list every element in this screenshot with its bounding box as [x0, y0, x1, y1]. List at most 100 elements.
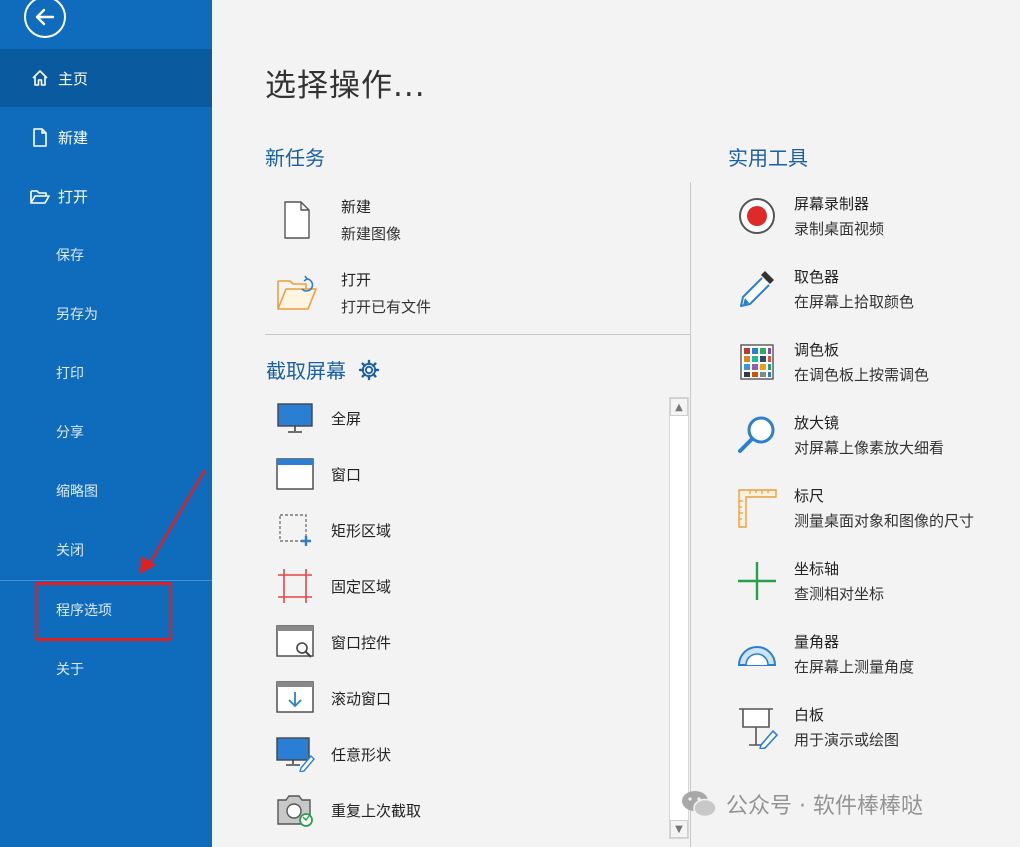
sidebar-item-save[interactable]: 保存 — [0, 226, 212, 284]
new-task-heading: 新任务 — [265, 146, 325, 170]
sidebar-item-thumbnails[interactable]: 缩略图 — [0, 462, 212, 520]
sidebar-item-print[interactable]: 打印 — [0, 344, 212, 402]
sidebar-item-label: 另存为 — [56, 307, 98, 323]
tool-desc: 在屏幕上拾取颜色 — [794, 293, 915, 311]
tool-desc: 录制桌面视频 — [794, 220, 885, 238]
tool-desc: 测量桌面对象和图像的尺寸 — [794, 512, 975, 530]
section-divider — [265, 334, 690, 335]
sidebar-item-label: 打印 — [56, 366, 84, 382]
new-file-icon — [30, 127, 50, 147]
tool-screen-recorder[interactable]: 屏幕录制器 录制桌面视频 — [735, 193, 884, 239]
folder-open-icon — [30, 186, 50, 206]
sidebar-item-home[interactable]: 主页 — [0, 49, 212, 107]
tool-magnifier[interactable]: 放大镜 对屏幕上像素放大细看 — [735, 412, 944, 458]
capture-window-control[interactable]: 窗口控件 — [274, 622, 391, 662]
sidebar-item-open[interactable]: 打开 — [0, 167, 212, 225]
tool-ruler[interactable]: 标尺 测量桌面对象和图像的尺寸 — [735, 485, 974, 531]
fixed-region-icon — [274, 566, 316, 606]
capture-fixed-region[interactable]: 固定区域 — [274, 566, 391, 606]
task-desc: 新建图像 — [341, 225, 402, 243]
scroll-down-button[interactable]: ▼ — [670, 820, 688, 838]
task-open[interactable]: 打开 打开已有文件 — [275, 269, 431, 317]
sidebar-item-label: 关闭 — [56, 543, 84, 559]
blank-document-icon — [275, 198, 319, 242]
column-divider — [690, 182, 691, 847]
capture-window[interactable]: 窗口 — [274, 454, 361, 494]
capture-label: 重复上次截取 — [331, 801, 422, 820]
tool-desc: 在调色板上按需调色 — [794, 366, 930, 384]
sidebar-item-about[interactable]: 关于 — [0, 640, 212, 698]
sidebar-item-label: 主页 — [58, 69, 89, 88]
sidebar-item-close[interactable]: 关闭 — [0, 521, 212, 579]
scrolling-window-icon — [274, 678, 316, 718]
tool-color-picker[interactable]: 取色器 在屏幕上拾取颜色 — [735, 266, 914, 312]
annotation-highlight-box — [35, 582, 172, 641]
window-icon — [274, 454, 316, 494]
task-new[interactable]: 新建 新建图像 — [275, 196, 401, 244]
scroll-thumb[interactable] — [670, 418, 688, 818]
sidebar-item-label: 关于 — [56, 662, 84, 678]
tool-whiteboard[interactable]: 白板 用于演示或绘图 — [735, 704, 899, 750]
sidebar-item-share[interactable]: 分享 — [0, 403, 212, 461]
capture-label: 全屏 — [331, 409, 362, 428]
scroll-up-button[interactable]: ▲ — [670, 398, 688, 416]
capture-list-scrollbar[interactable]: ▲ ▼ — [669, 397, 689, 839]
tool-desc: 在屏幕上测量角度 — [794, 658, 915, 676]
camera-repeat-icon — [274, 790, 316, 830]
rectangle-select-icon — [274, 510, 316, 550]
page-title: 选择操作... — [265, 68, 426, 104]
eyedropper-icon — [735, 267, 779, 311]
sidebar-item-label: 分享 — [56, 425, 84, 441]
capture-heading: 截取屏幕 — [266, 359, 346, 383]
gear-icon[interactable] — [358, 359, 380, 381]
capture-repeat-last[interactable]: 重复上次截取 — [274, 790, 421, 830]
tool-desc: 对屏幕上像素放大细看 — [794, 439, 945, 457]
watermark-text: 公众号 · 软件棒棒哒 — [726, 794, 923, 819]
capture-label: 窗口控件 — [331, 633, 392, 652]
task-desc: 打开已有文件 — [341, 298, 432, 316]
wechat-icon — [682, 791, 717, 818]
record-icon — [735, 194, 779, 238]
magnifier-icon — [735, 413, 779, 457]
sidebar-item-label: 保存 — [56, 248, 84, 264]
watermark: 公众号 · 软件棒棒哒 — [680, 788, 923, 820]
monitor-icon — [274, 398, 316, 438]
tool-desc: 查测相对坐标 — [794, 585, 885, 603]
capture-label: 矩形区域 — [331, 521, 392, 540]
arrow-left-icon — [35, 8, 55, 26]
capture-freehand[interactable]: 任意形状 — [274, 734, 391, 774]
capture-scrolling-window[interactable]: 滚动窗口 — [274, 678, 391, 718]
capture-label: 任意形状 — [331, 745, 392, 764]
capture-label: 窗口 — [331, 465, 362, 484]
tool-name: 坐标轴 — [794, 560, 840, 578]
crosshair-icon — [735, 559, 779, 603]
sidebar-item-label: 打开 — [58, 187, 89, 206]
capture-label: 固定区域 — [331, 577, 392, 596]
ruler-icon — [735, 486, 779, 530]
tools-heading: 实用工具 — [728, 146, 808, 170]
tool-desc: 用于演示或绘图 — [794, 731, 900, 749]
tool-name: 取色器 — [794, 268, 840, 286]
tool-protractor[interactable]: 量角器 在屏幕上测量角度 — [735, 631, 914, 677]
tool-name: 白板 — [794, 706, 825, 724]
protractor-icon — [735, 632, 779, 676]
capture-heading-row: 截取屏幕 — [266, 355, 380, 384]
tool-name: 屏幕录制器 — [794, 195, 870, 213]
window-control-icon — [274, 622, 316, 662]
capture-rectangle[interactable]: 矩形区域 — [274, 510, 391, 550]
task-name: 新建 — [341, 198, 372, 216]
task-name: 打开 — [341, 271, 372, 289]
back-button[interactable] — [24, 0, 66, 38]
capture-label: 滚动窗口 — [331, 689, 392, 708]
tool-name: 放大镜 — [794, 414, 840, 432]
tool-palette[interactable]: 调色板 在调色板上按需调色 — [735, 339, 929, 385]
sidebar-item-label: 缩略图 — [56, 484, 98, 500]
sidebar-item-save-as[interactable]: 另存为 — [0, 285, 212, 343]
tool-axis[interactable]: 坐标轴 查测相对坐标 — [735, 558, 884, 604]
capture-fullscreen[interactable]: 全屏 — [274, 398, 361, 438]
tool-name: 标尺 — [794, 487, 825, 505]
whiteboard-icon — [735, 705, 779, 749]
sidebar-item-new[interactable]: 新建 — [0, 108, 212, 166]
tool-name: 调色板 — [794, 341, 840, 359]
tool-name: 量角器 — [794, 633, 840, 651]
